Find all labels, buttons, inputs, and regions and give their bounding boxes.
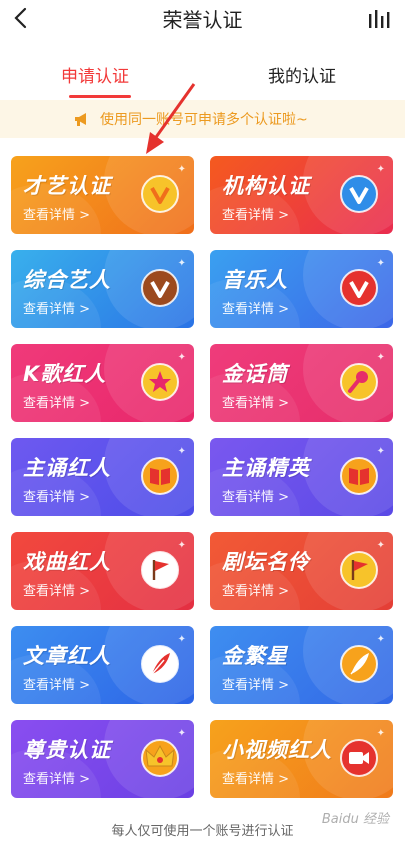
certification-card[interactable]: ✦ 戏曲红人 查看详情 >: [11, 532, 194, 610]
page-title: 荣誉认证: [162, 8, 243, 32]
view-details-link[interactable]: 查看详情 >: [222, 674, 289, 693]
card-title: 才艺认证: [23, 174, 111, 198]
certification-card[interactable]: ✦ 综合艺人 查看详情 >: [11, 250, 194, 328]
certification-card[interactable]: ✦ 金话筒 查看详情 >: [210, 344, 393, 422]
top-bar: 荣誉认证: [0, 0, 405, 40]
view-details-link[interactable]: 查看详情 >: [23, 298, 90, 317]
microphone-icon: [340, 363, 378, 401]
annotation-arrow-icon: [146, 83, 196, 154]
star-icon: [141, 363, 179, 401]
card-title: K歌红人: [23, 362, 107, 386]
v-badge-icon: [141, 175, 179, 213]
view-details-link[interactable]: 查看详情 >: [23, 768, 90, 787]
view-details-link[interactable]: 查看详情 >: [222, 204, 289, 223]
view-details-link[interactable]: 查看详情 >: [23, 392, 90, 411]
certification-card[interactable]: ✦ K歌红人 查看详情 >: [11, 344, 194, 422]
flag-icon: [141, 551, 179, 589]
card-title: 主诵精英: [222, 456, 310, 480]
certification-card[interactable]: ✦ 才艺认证 查看详情 >: [11, 156, 194, 234]
certification-card[interactable]: ✦ 剧坛名伶 查看详情 >: [210, 532, 393, 610]
card-title: 金话筒: [222, 362, 288, 386]
view-details-link[interactable]: 查看详情 >: [222, 580, 289, 599]
card-title: 机构认证: [222, 174, 310, 198]
tab-apply[interactable]: 申请认证: [61, 62, 129, 87]
view-details-link[interactable]: 查看详情 >: [23, 486, 90, 505]
megaphone-icon: [75, 113, 86, 126]
view-details-link[interactable]: 查看详情 >: [23, 674, 90, 693]
view-details-link[interactable]: 查看详情 >: [222, 486, 289, 505]
book-icon: [340, 457, 378, 495]
video-icon: [340, 739, 378, 777]
active-tab-indicator: [69, 95, 131, 98]
feather-icon: [340, 645, 378, 683]
v-badge-icon: [340, 269, 378, 307]
certification-card[interactable]: ✦ 音乐人 查看详情 >: [210, 250, 393, 328]
card-title: 戏曲红人: [23, 550, 111, 574]
certification-card[interactable]: ✦ 机构认证 查看详情 >: [210, 156, 393, 234]
tab-bar: 申请认证 我的认证: [0, 44, 405, 100]
card-title: 剧坛名伶: [222, 550, 310, 574]
card-title: 尊贵认证: [23, 738, 111, 762]
view-details-link[interactable]: 查看详情 >: [222, 392, 289, 411]
card-title: 文章红人: [23, 644, 111, 668]
certification-card[interactable]: ✦ 文章红人 查看详情 >: [11, 626, 194, 704]
crown-icon: [141, 739, 179, 777]
certification-card[interactable]: ✦ 主诵精英 查看详情 >: [210, 438, 393, 516]
view-details-link[interactable]: 查看详情 >: [222, 298, 289, 317]
view-details-link[interactable]: 查看详情 >: [222, 768, 289, 787]
notice-banner: 使用同一账号可申请多个认证啦~: [0, 100, 405, 138]
card-title: 金繁星: [222, 644, 288, 668]
certification-card[interactable]: ✦ 金繁星 查看详情 >: [210, 626, 393, 704]
certification-card[interactable]: ✦ 小视频红人 查看详情 >: [210, 720, 393, 798]
v-badge-icon: [340, 175, 378, 213]
book-icon: [141, 457, 179, 495]
certification-card[interactable]: ✦ 尊贵认证 查看详情 >: [11, 720, 194, 798]
card-title: 小视频红人: [222, 738, 332, 762]
v-badge-icon: [141, 269, 179, 307]
tab-my-certification[interactable]: 我的认证: [268, 62, 336, 87]
ranking-bars-icon[interactable]: [367, 8, 393, 30]
card-title: 综合艺人: [23, 268, 111, 292]
view-details-link[interactable]: 查看详情 >: [23, 204, 90, 223]
feather-icon: [141, 645, 179, 683]
certification-card[interactable]: ✦ 主诵红人 查看详情 >: [11, 438, 194, 516]
watermark-logo: Baidu 经验: [321, 812, 389, 827]
card-title: 主诵红人: [23, 456, 111, 480]
notice-text: 使用同一账号可申请多个认证啦~: [100, 112, 308, 128]
view-details-link[interactable]: 查看详情 >: [23, 580, 90, 599]
flag-icon: [340, 551, 378, 589]
card-title: 音乐人: [222, 268, 288, 292]
